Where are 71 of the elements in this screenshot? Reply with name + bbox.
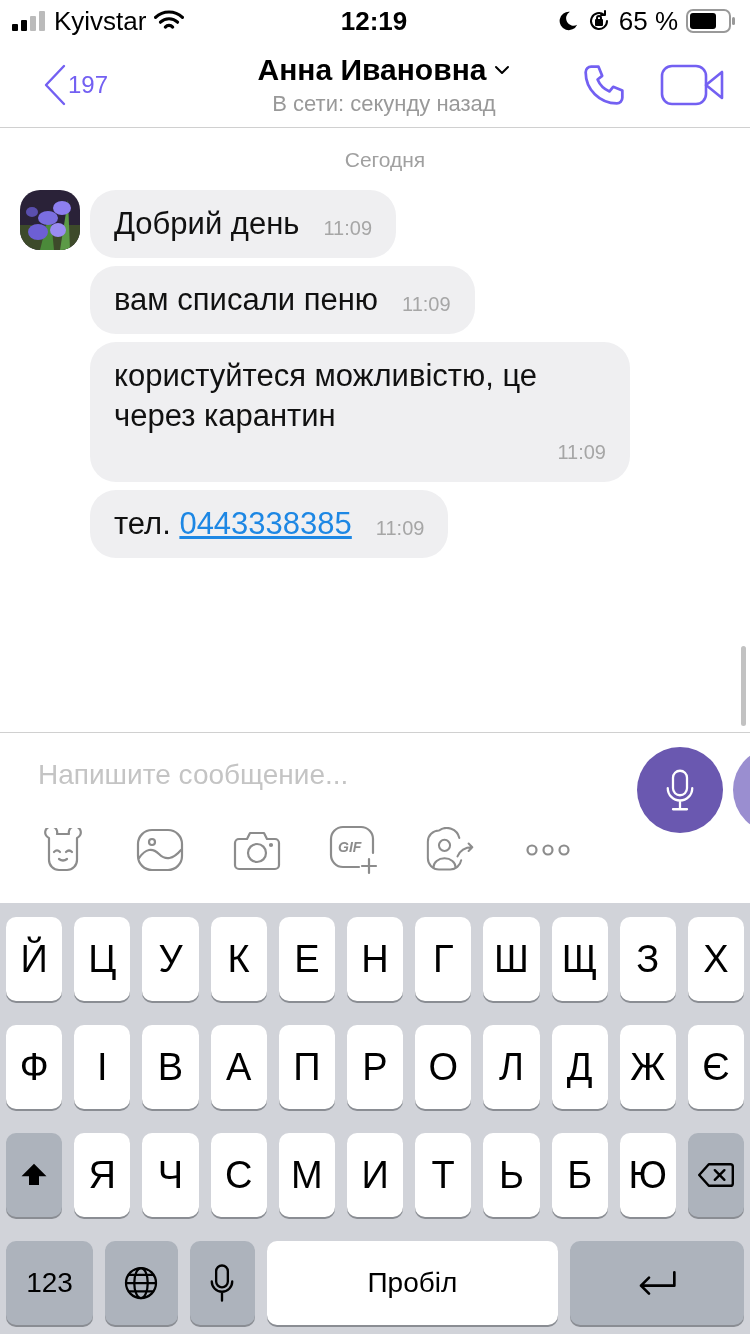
gif-frame-icon [329,825,379,875]
globe-key[interactable] [105,1241,178,1325]
backspace-key[interactable] [687,1133,745,1217]
letter-key[interactable]: Г [415,917,472,1001]
letter-key[interactable]: Д [551,1025,608,1109]
message-text: Добрий день [114,205,300,243]
wifi-icon [154,10,185,32]
globe-icon [123,1265,160,1301]
letter-key[interactable]: О [415,1025,472,1109]
letter-key[interactable]: Ц [74,917,131,1001]
letter-key[interactable]: Я [74,1133,131,1217]
letter-key[interactable]: Ю [619,1133,676,1217]
space-key[interactable]: Пробіл [267,1241,558,1325]
message-time: 11:09 [402,292,451,317]
phone-icon [582,62,626,107]
letter-key[interactable]: Р [346,1025,404,1109]
letter-key[interactable]: Л [483,1025,540,1109]
microphone-icon [665,769,695,811]
letter-key[interactable]: З [619,917,676,1001]
letter-key[interactable]: І [74,1025,131,1109]
letter-key[interactable]: Є [687,1025,745,1109]
dictation-key[interactable] [189,1241,256,1325]
battery-percent: 65 % [618,5,678,37]
back-button[interactable]: 197 [44,63,214,106]
numbers-key[interactable]: 123 [6,1241,94,1325]
letter-key[interactable]: Ж [619,1025,676,1109]
backspace-icon [697,1161,734,1189]
letter-key[interactable]: Б [551,1133,608,1217]
date-separator: Сегодня [344,148,426,172]
letter-key[interactable]: Ч [142,1133,199,1217]
letter-key[interactable]: Ш [483,917,540,1001]
letter-key[interactable]: А [210,1025,267,1109]
signal-icon [12,11,46,31]
gif-label: GIF [338,839,362,855]
letter-key[interactable]: К [210,917,267,1001]
letter-key[interactable]: У [142,917,199,1001]
chevron-left-icon [44,63,66,106]
carrier-name: Kyivstar [54,5,147,37]
message-time: 11:09 [557,440,606,465]
letter-key[interactable]: Т [415,1133,472,1217]
clock-time: 12:19 [340,5,408,37]
letter-key[interactable]: П [278,1025,335,1109]
letter-key[interactable]: М [278,1133,335,1217]
letter-key[interactable]: Й [6,917,63,1001]
letter-key[interactable]: Щ [551,917,608,1001]
letter-key[interactable]: Ь [483,1133,540,1217]
message-time: 11:09 [323,216,372,241]
chevron-down-icon [494,64,511,75]
letter-key[interactable]: И [346,1133,404,1217]
message-text: вам списали пеню [114,281,379,319]
letter-key[interactable]: С [210,1133,267,1217]
message-text: тел. 0443338385 [114,505,352,543]
video-call-button[interactable] [660,63,724,106]
more-icon [526,844,570,856]
shift-key[interactable] [6,1133,63,1217]
message-text: користуйтеся можливістю, це через карантин [114,357,539,435]
letter-key[interactable]: Ф [6,1025,63,1109]
battery-icon [686,9,736,33]
letter-key[interactable]: Е [278,917,335,1001]
message-time: 11:09 [375,516,425,541]
letter-key[interactable]: Н [346,917,404,1001]
video-camera-icon [660,63,724,106]
contact-name-button[interactable]: Анна Ивановна [257,52,511,87]
call-button[interactable] [582,62,626,107]
contact-share-icon [426,827,476,873]
image-icon [136,828,184,872]
microphone-icon [209,1264,236,1302]
letter-key[interactable]: В [142,1025,199,1109]
letter-key[interactable]: Х [687,917,745,1001]
camera-icon [233,829,281,871]
presence-status: В сети: секунду назад [272,90,496,117]
